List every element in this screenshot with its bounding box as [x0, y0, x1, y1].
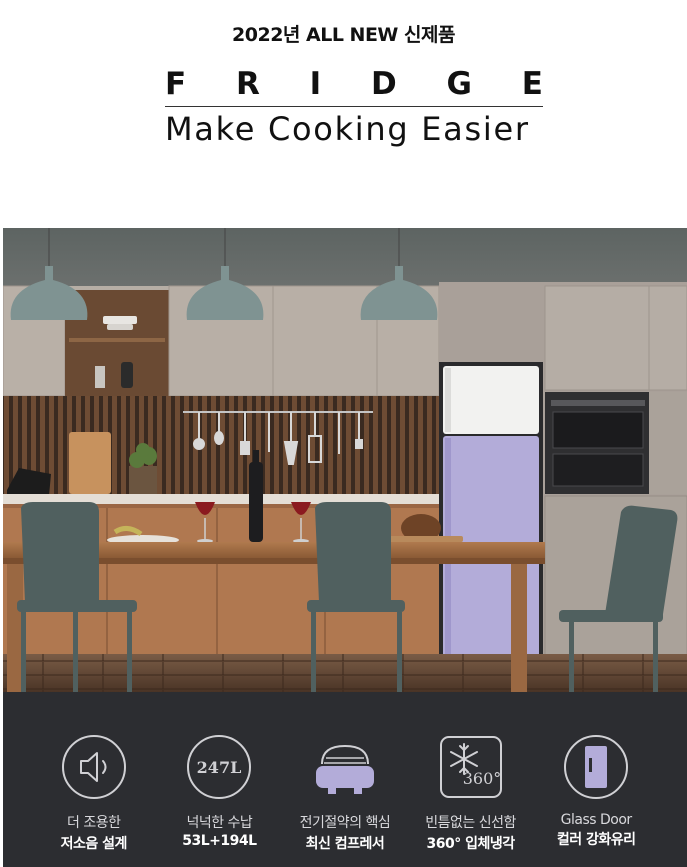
feature-caption: 전기절약의 핵심	[299, 815, 391, 831]
brand-letter: D	[371, 66, 397, 102]
brand-letter: G	[446, 66, 472, 102]
feature-cooling: 360° 빈틈없는 신선함 360° 입체냉각	[415, 692, 527, 867]
feature-title: 360° 입체냉각	[426, 836, 516, 852]
feature-caption: Glass Door	[560, 812, 633, 828]
tagline: 2022년 ALL NEW 신제품	[232, 24, 455, 46]
feature-title: 최신 컴프레서	[305, 836, 385, 852]
feature-caption: 더 조용한	[67, 815, 121, 831]
brand-letter: I	[309, 66, 322, 102]
brand-wordmark: F R I D G E	[165, 66, 543, 102]
brand-letter: R	[235, 66, 260, 102]
feature-glass-door: Glass Door 컬러 강화유리	[540, 692, 652, 867]
feature-title: 53L+194L	[182, 833, 257, 849]
feature-bar: 더 조용한 저소음 설계 247L 넉넉한 수납 53L+194L 전기절약의 …	[3, 692, 687, 867]
feature-compressor: 전기절약의 핵심 최신 컴프레서	[289, 692, 401, 867]
snowflake-icon: 360°	[438, 734, 504, 800]
brand-letter: E	[521, 66, 543, 102]
capacity-icon: 247L	[186, 734, 252, 800]
header: 2022년 ALL NEW 신제품 F R I D G E Make Cooki…	[0, 0, 687, 228]
feature-caption: 빈틈없는 신선함	[425, 815, 516, 831]
feature-title: 컬러 강화유리	[556, 832, 636, 848]
speaker-icon	[61, 734, 127, 800]
compressor-icon	[312, 734, 378, 800]
glass-door-icon	[563, 734, 629, 800]
feature-caption: 넉넉한 수납	[186, 815, 253, 831]
feature-capacity: 247L 넉넉한 수납 53L+194L	[163, 692, 275, 867]
brand-letter: F	[165, 66, 187, 102]
cooling-icon-label: 360°	[462, 769, 501, 788]
fridge-top-door	[443, 366, 539, 434]
divider	[165, 106, 543, 107]
feature-title: 저소음 설계	[60, 836, 128, 852]
kitchen-scene-image	[3, 228, 687, 692]
capacity-icon-label: 247L	[197, 758, 242, 777]
slogan: Make Cooking Easier	[165, 110, 530, 148]
feature-quiet: 더 조용한 저소음 설계	[38, 692, 150, 867]
